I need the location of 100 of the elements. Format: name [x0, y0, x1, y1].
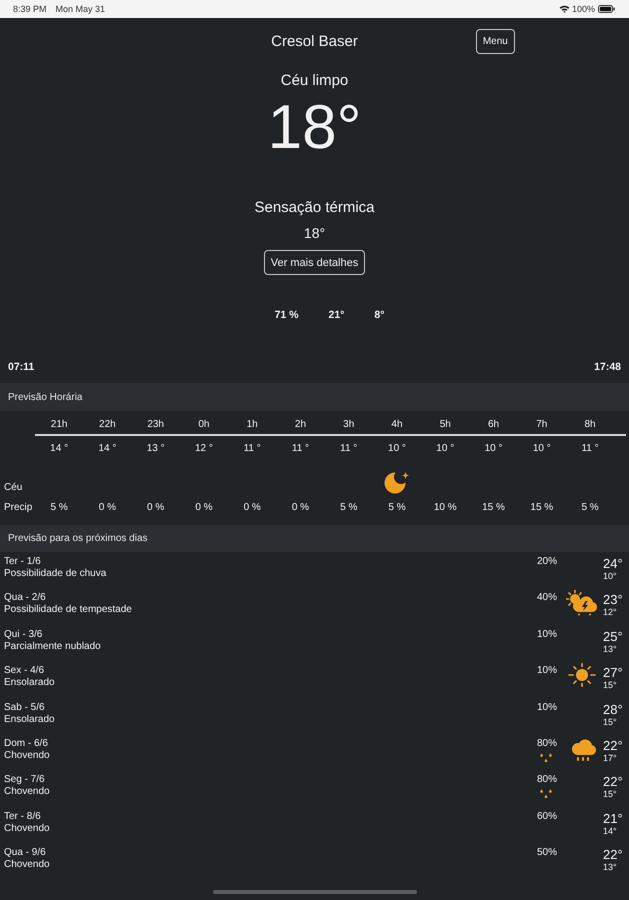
sun-cloud-lightning-icon — [566, 590, 598, 616]
hourly-temperature: 11 ° — [244, 442, 261, 455]
precipitation-value: 0 % — [244, 501, 261, 514]
hourly-temperature: 14 ° — [98, 442, 116, 455]
feels-like-label: Sensação térmica — [254, 199, 375, 217]
high-temperature: 27° — [603, 665, 623, 680]
hour-label: 22h — [99, 418, 116, 431]
precipitation-chance: 80% — [536, 738, 557, 750]
hour-label: 8h — [584, 418, 596, 431]
status-time: 8:39 PM — [13, 4, 47, 14]
details-button[interactable]: Ver mais detalhes — [264, 250, 366, 275]
location-title: Cresol Baser — [271, 32, 358, 50]
crescent-moon-icon — [384, 470, 410, 494]
sunset-time: 17:48 — [594, 361, 621, 374]
hour-label: 21h — [50, 418, 68, 431]
hour-label: 4h — [391, 418, 403, 431]
precipitation-value: 0 % — [147, 501, 164, 514]
hour-label: 3h — [343, 418, 354, 431]
feels-like-temperature: 18° — [304, 225, 326, 242]
day-summary: Chovendo — [4, 822, 50, 835]
low-temperature: 15° — [603, 680, 617, 692]
sun-icon — [568, 663, 596, 688]
day-summary: Chovendo — [4, 750, 50, 762]
sunrise-time: 07:11 — [8, 361, 34, 374]
high-temperature: 24° — [603, 556, 623, 571]
row-label: Céu — [3, 481, 22, 494]
precipitation-value: 5 % — [340, 501, 358, 514]
hour-label: 2h — [294, 418, 306, 431]
wifi-icon — [558, 5, 570, 13]
precipitation-chance: 60% — [536, 810, 557, 823]
weather-condition: Céu limpo — [280, 72, 348, 90]
day-label: Qua - 9/6 — [4, 847, 46, 860]
hourly-temperature: 10 ° — [388, 442, 406, 455]
day-summary: Chovendo — [4, 786, 50, 798]
precipitation-value: 15 % — [530, 501, 554, 514]
day-label: Seg - 7/6 — [4, 774, 45, 786]
precipitation-chance: 10% — [536, 628, 557, 641]
hourly-temperature: 14 ° — [50, 442, 68, 455]
hourly-temperature: 11 ° — [292, 442, 310, 455]
day-label: Ter - 8/6 — [4, 810, 41, 823]
precipitation-chance: 50% — [536, 847, 557, 860]
low-temperature: 14° — [603, 826, 617, 837]
day-label: Qui - 3/6 — [4, 628, 42, 641]
high-temperature: 21° — [603, 810, 623, 826]
low-temperature: 13° — [603, 644, 617, 655]
day-label: Qua - 2/6 — [4, 592, 46, 604]
hourly-temperature: 12 ° — [194, 442, 213, 455]
high-temperature: 25° — [603, 628, 623, 644]
precipitation-chance: 10% — [536, 702, 557, 714]
hour-label: 6h — [488, 418, 500, 431]
day-label: Ter - 1/6 — [4, 556, 41, 568]
day-summary: Chovendo — [4, 859, 50, 872]
day-summary: Parcialmente nublado — [4, 640, 101, 653]
hour-label: 0h — [198, 418, 210, 431]
precipitation-value: 5 % — [581, 501, 599, 514]
day-label: Sab - 5/6 — [4, 702, 45, 714]
current-temperature: 18° — [268, 97, 362, 159]
precipitation-value: 0 % — [195, 501, 213, 514]
low-temperature: 13° — [603, 862, 617, 874]
hour-label: 23h — [147, 418, 164, 431]
hour-label: 1h — [246, 418, 258, 431]
low-temperature: 15° — [603, 789, 617, 800]
low-temperature: 15° — [603, 716, 617, 728]
day-summary: Possibilidade de tempestade — [4, 604, 132, 616]
hour-label: 7h — [536, 418, 548, 431]
high-temperature: 22° — [603, 847, 623, 862]
hourly-temperature: 10 ° — [484, 442, 502, 455]
high-temperature: 22° — [603, 774, 623, 790]
precipitation-chance: 80% — [536, 774, 557, 786]
precipitation-chance: 40% — [536, 592, 557, 604]
hourly-temperature: 11 ° — [581, 442, 599, 455]
stat-value: 71 % — [274, 309, 298, 322]
precipitation-chance: 10% — [536, 665, 557, 678]
precipitation-value: 5 % — [388, 501, 406, 514]
precipitation-value: 15 % — [482, 501, 505, 514]
hourly-temperature: 13 ° — [146, 442, 165, 455]
precipitation-value: 5 % — [50, 501, 68, 514]
row-label: Precip — [3, 501, 32, 514]
high-temperature: 23° — [603, 592, 623, 608]
day-label: Dom - 6/6 — [4, 738, 48, 750]
hour-label: 5h — [440, 418, 451, 431]
low-temperature: 12° — [603, 607, 617, 618]
battery-icon — [598, 5, 615, 13]
hourly-temperature: 10 ° — [436, 442, 454, 455]
high-temperature: 22° — [603, 738, 623, 753]
section-title: Previsão para os próximos dias — [8, 533, 148, 544]
status-date: Mon May 31 — [56, 4, 106, 14]
stat-value: 21° — [328, 309, 344, 322]
menu-button[interactable]: Menu — [476, 29, 515, 54]
stat-value: 8° — [374, 309, 384, 322]
high-temperature: 28° — [603, 702, 623, 717]
battery-percentage: 100% — [572, 4, 595, 14]
precipitation-value: 10 % — [434, 501, 457, 514]
precipitation-chance: 20% — [536, 556, 557, 568]
hourly-temperature: 10 ° — [532, 442, 551, 455]
day-label: Sex - 4/6 — [4, 665, 44, 678]
low-temperature: 17° — [603, 752, 617, 764]
precipitation-value: 0 % — [98, 501, 116, 514]
low-temperature: 10° — [603, 571, 617, 582]
day-summary: Possibilidade de chuva — [4, 568, 106, 580]
